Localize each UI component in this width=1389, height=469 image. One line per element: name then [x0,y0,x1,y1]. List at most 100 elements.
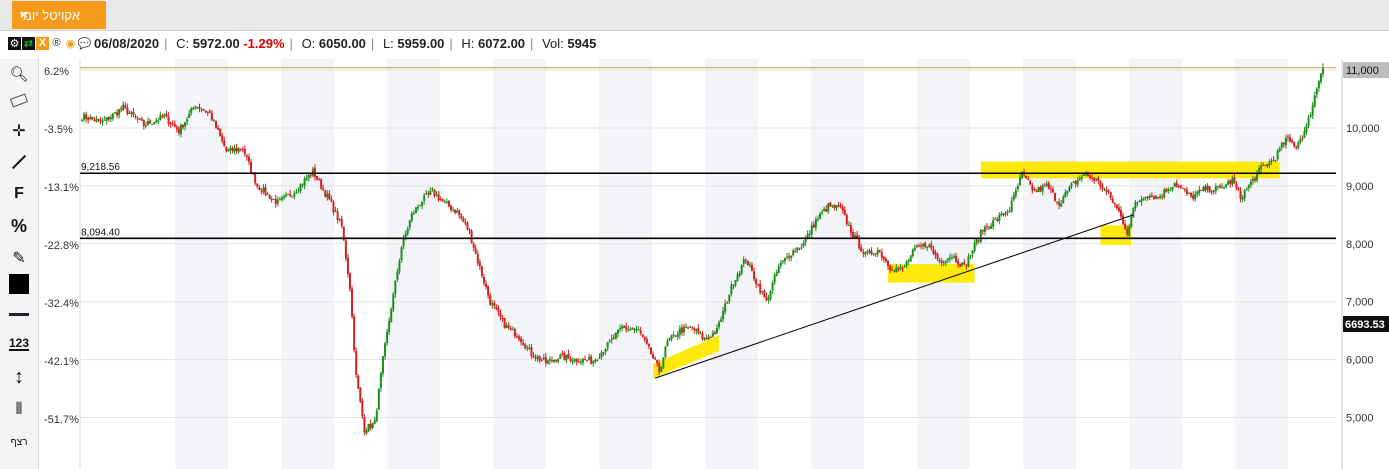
candle [586,360,589,362]
candle [1117,203,1120,213]
percent-tick-label: -32.4% [44,298,79,310]
candle [245,154,248,161]
candle [375,407,378,423]
candle-body [757,284,760,286]
candle-body [204,110,207,113]
candle [882,255,885,263]
candle [468,228,471,235]
candle [1012,192,1015,202]
candle-body [750,264,753,271]
candle [441,198,444,203]
candle-body [322,188,325,190]
candle-body [285,194,288,197]
candle [1105,186,1108,196]
candle [660,366,663,373]
candle-body [111,113,114,119]
candle-body [555,359,558,362]
candle-body [1177,185,1180,187]
candle-body [715,327,718,334]
candle-body [800,247,803,249]
candle [1002,212,1005,217]
candle [1010,197,1013,213]
candle-body [841,207,844,211]
candle [1021,171,1024,180]
candle-body [641,334,644,337]
candle-body [1181,188,1184,190]
candle [664,345,667,359]
candle-body [1111,198,1114,203]
candle-body [1258,168,1261,172]
candle [769,290,772,302]
candle-body [1173,183,1176,187]
candle-body [1056,201,1059,203]
candle [913,244,916,252]
candle-body [113,112,116,114]
candle [1111,195,1114,204]
candle-body [1025,175,1028,179]
candle-body [685,326,688,328]
candle-body [672,334,675,336]
candle-body [247,156,250,162]
candle-body [1313,95,1316,107]
candle [348,272,351,293]
candle-body [1144,196,1147,199]
candle-body [1105,189,1108,192]
candle-body [276,200,279,204]
candle-body [1200,189,1203,191]
candle [788,252,791,262]
candle-body [689,326,692,328]
candle-body [120,108,123,110]
candle [561,350,564,357]
candle-body [266,193,269,195]
candle-body [340,218,343,226]
candle [268,194,271,200]
candle [674,335,677,338]
candle-body [144,125,147,127]
candle-body [600,352,603,358]
candle-body [713,332,716,334]
candle-body [219,128,222,137]
candle [89,114,92,121]
candle-body [633,329,636,331]
candle [761,290,764,295]
price-chart[interactable]: 6.2% -3.5% -13.1% -22.8% -32.4% -42.1% -51.7% 5… [0,0,1389,469]
candle [985,222,988,231]
candle-body [132,112,135,116]
candle-body [417,206,420,209]
candle-body [1169,189,1172,191]
background-bands [175,59,1288,469]
candle-body [534,357,537,359]
candle [97,118,100,123]
candle-body [1270,160,1273,162]
candle [1206,183,1209,193]
background-band [811,59,864,469]
candle-body [293,193,296,197]
candle-body [940,260,943,263]
candle-body [1293,141,1296,147]
candle-body [1060,203,1063,207]
candle-body [538,356,541,361]
candle [151,123,154,126]
candle-body [946,258,949,261]
price-tick-label: 9,000 [1346,181,1374,193]
candle-body [1109,192,1112,198]
candle [130,110,133,118]
last-price-marker: 11,000 [1343,62,1389,79]
background-band [281,59,334,469]
candle-body [1227,181,1230,185]
candle [666,338,669,347]
candle [153,121,156,125]
candle-body [149,120,152,124]
candle [1212,189,1215,195]
candle-body [493,302,496,307]
candle [482,273,485,286]
candle-body [83,114,86,120]
candle-body [889,265,892,271]
candle-body [571,360,574,362]
candle-body [1004,212,1007,215]
candle-body [93,120,96,122]
candle-body [551,360,554,362]
candle-body [887,260,890,266]
candle [868,248,871,255]
candle-body [524,344,527,349]
